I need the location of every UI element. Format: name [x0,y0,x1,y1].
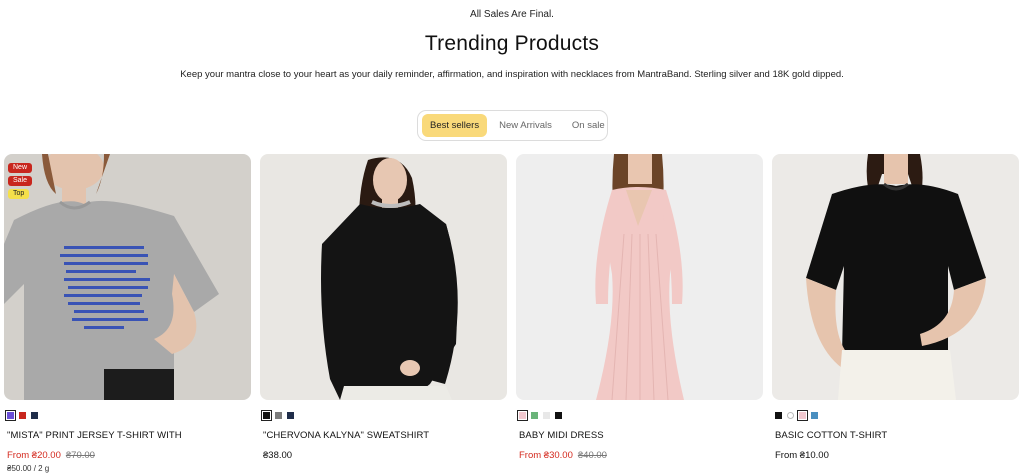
regular-price: ₴38.00 [263,450,293,461]
swatch-blue[interactable] [811,411,818,419]
sale-price: From ₴30.00 [519,450,573,461]
product-image[interactable] [772,154,1019,400]
product-card-baby-midi-dress[interactable]: BABY MIDI DRESS From ₴30.00 ₴40.00 [516,154,763,461]
product-tabs: Best sellers New Arrivals On sale [417,110,608,141]
product-card-mista[interactable]: New Sale Top "MISTA" PRINT JERSEY T-SHIR… [4,154,251,473]
product-name[interactable]: "MISTA" PRINT JERSEY T-SHIRT WITH [4,430,251,441]
product-price: From ₴10.00 [772,450,1019,461]
swatch-black[interactable] [260,409,273,421]
original-price: ₴40.00 [577,450,607,461]
color-swatches [4,409,251,421]
product-name[interactable]: "CHERVONA KALYNA" SWEATSHIRT [260,430,507,441]
swatch-black[interactable] [555,411,562,419]
badge-top: Top [8,189,30,199]
product-price: ₴38.00 [260,450,507,461]
section-subtitle: Keep your mantra close to your heart as … [180,69,844,80]
swatch-pink[interactable] [796,409,809,421]
swatch-navy[interactable] [31,411,38,419]
swatch-black[interactable] [775,411,782,419]
sale-price: From ₴20.00 [7,450,61,461]
swatch-red[interactable] [19,411,26,419]
swatch-pink[interactable] [516,409,529,421]
swatch-navy[interactable] [287,411,294,419]
product-image[interactable] [516,154,763,400]
tab-best-sellers[interactable]: Best sellers [422,114,488,137]
swatch-light-grey[interactable] [543,411,550,419]
product-price: From ₴20.00 ₴70.00 [4,450,251,461]
tab-on-sale[interactable]: On sale [564,114,613,137]
product-card-chervona-kalyna[interactable]: "CHERVONA KALYNA" SWEATSHIRT ₴38.00 [260,154,507,461]
product-name[interactable]: BASIC COTTON T-SHIRT [772,430,1019,441]
swatch-white[interactable] [787,411,794,419]
section-title: Trending Products [424,32,600,55]
color-swatches [772,409,1019,421]
unit-price: ₴50.00 / 2 g [7,464,50,473]
original-price: ₴70.00 [65,450,95,461]
announcement-bar: All Sales Are Final. [470,9,554,20]
color-swatches [260,409,507,421]
product-price: From ₴30.00 ₴40.00 [516,450,763,461]
tab-new-arrivals[interactable]: New Arrivals [491,114,560,137]
product-name[interactable]: BABY MIDI DRESS [516,430,763,441]
swatch-purple[interactable] [4,409,17,421]
badge-sale: Sale [8,176,33,186]
swatch-green[interactable] [531,411,538,419]
badge-new: New [8,163,33,173]
regular-price: From ₴10.00 [775,450,829,461]
product-card-basic-cotton-tshirt[interactable]: BASIC COTTON T-SHIRT From ₴10.00 [772,154,1019,461]
product-image[interactable]: New Sale Top [4,154,251,400]
swatch-grey[interactable] [275,411,282,419]
product-image[interactable] [260,154,507,400]
color-swatches [516,409,763,421]
